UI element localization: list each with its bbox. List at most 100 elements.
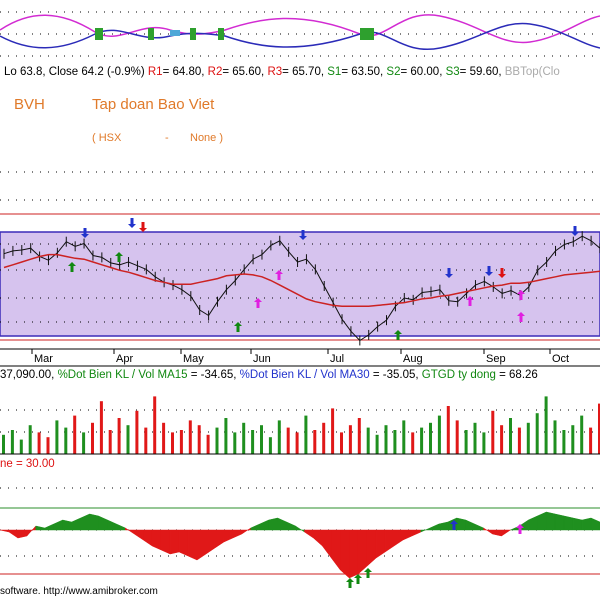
footer-credit: software. http://www.amibroker.com [0, 586, 158, 597]
x-tick-label: May [183, 353, 204, 365]
oscillator-segment [151, 529, 162, 551]
volume-bar [37, 432, 41, 454]
oscillator-segment [89, 513, 99, 531]
lo-value: Lo 63.8, [4, 66, 46, 78]
volume-bars [2, 396, 600, 454]
oscillator-segment [286, 521, 296, 531]
exchange-label: ( HSX [92, 132, 122, 144]
volume-bar [28, 425, 32, 454]
band-marker [360, 28, 374, 40]
oscillator-segment [62, 519, 72, 531]
oscillator-arrow [346, 578, 354, 588]
s2-label: S2 [386, 66, 401, 78]
oscillator-segment [322, 529, 332, 559]
r3-label: R3 [267, 66, 283, 78]
volume-bar [126, 425, 130, 454]
x-tick-label: Mar [34, 353, 53, 365]
oscillator-segment [492, 529, 502, 537]
volume-bar [384, 425, 388, 454]
volume-bar [206, 434, 210, 454]
volume-bar [251, 430, 255, 454]
x-axis: Mar Apr May Jun Jul Aug Sep Oct [0, 348, 600, 365]
s3-value: = 59.60, [459, 66, 502, 78]
r1-label: R1 [147, 66, 163, 78]
oscillator-segment [35, 525, 46, 531]
volume-bar [473, 422, 477, 454]
oscillator-segment [205, 529, 216, 555]
volume-bar [64, 427, 68, 454]
r2-value: = 65.60, [222, 66, 265, 78]
band-marker [218, 28, 224, 40]
volume-bar [482, 432, 486, 454]
oscillator-segment [223, 529, 234, 543]
oscillator-segment [340, 529, 350, 579]
oscillator-segment [250, 523, 260, 531]
x-tick-label: Jul [330, 353, 344, 365]
volume-bar [340, 432, 343, 454]
ma30-label: %Dot Bien KL / Vol MA30 [239, 369, 370, 381]
oscillator-header: ne = 30.00 [0, 458, 55, 470]
oscillator-segment [384, 529, 395, 553]
oscillator-segment [187, 529, 198, 561]
volume-bar [82, 432, 86, 454]
oscillator-segment [53, 519, 63, 531]
oscillator-segment [349, 529, 359, 579]
volume-bar [144, 427, 148, 454]
oscillator-segment [420, 527, 431, 533]
volume-bar [224, 418, 228, 454]
oscillator-segment [537, 511, 547, 531]
oscillator-area [0, 511, 600, 579]
sector-label: None ) [190, 132, 224, 144]
oscillator-segment [8, 529, 19, 539]
volume-bar [295, 432, 299, 454]
volume-bar [446, 406, 450, 454]
r3-value: = 65.70, [282, 66, 325, 78]
volume-bar [348, 425, 352, 454]
oscillator-segment [241, 527, 251, 535]
oscillator-segment [160, 529, 171, 555]
oscillator-segment [143, 529, 153, 547]
oscillator-segment [572, 517, 583, 531]
volume-bar [304, 415, 308, 454]
band-marker [95, 28, 103, 40]
oscillator-segment [331, 529, 341, 571]
volume-bar [99, 401, 103, 454]
oscillator-segment [107, 519, 117, 531]
volume-bar [366, 427, 370, 454]
oscillator-segment [17, 529, 28, 539]
oscillator-segment [268, 517, 278, 531]
oscillator-segment [357, 529, 368, 575]
oscillator-segment [259, 519, 269, 531]
x-tick-label: Jun [253, 353, 271, 365]
oscillator-segment [554, 513, 565, 531]
oscillator-segment [116, 523, 126, 531]
volume-bar [188, 420, 192, 454]
chart-canvas: Mar Apr May Jun Jul Aug Sep Oct Lo 63.8, Close … [0, 0, 600, 600]
oscillator-segment [546, 511, 556, 531]
volume-bar [242, 422, 246, 454]
volume-bar [162, 422, 166, 454]
volume-bar [464, 430, 468, 454]
volume-bar [517, 427, 521, 454]
oscillator-segment [71, 517, 81, 531]
bbtop-label: BBTop(Clo [504, 66, 560, 78]
volume-bar [277, 420, 281, 454]
volume-header: 37,090.00, %Dot Bien KL / Vol MA15 = -34… [0, 369, 538, 381]
close-value: Close 64.2 (-0.9%) [48, 66, 145, 78]
oscillator-segment [169, 529, 180, 555]
volume-bar [117, 418, 121, 454]
x-tick-label: Aug [403, 353, 423, 365]
s2-value: = 60.00, [400, 66, 443, 78]
oscillator-label: ne = 30.00 [0, 458, 55, 470]
oscillator-segment [366, 529, 377, 567]
volume-bar [260, 425, 263, 454]
volume-bar [313, 430, 317, 454]
volume-bar [179, 430, 183, 454]
volume-bar [322, 422, 326, 454]
chart-svg: Mar Apr May Jun Jul Aug Sep Oct [0, 0, 600, 588]
oscillator-segment [80, 513, 90, 531]
volume-bar [455, 420, 459, 454]
volume-bar [571, 425, 575, 454]
ticker-symbol: BVH [14, 96, 45, 113]
oscillator-segment [98, 515, 108, 531]
